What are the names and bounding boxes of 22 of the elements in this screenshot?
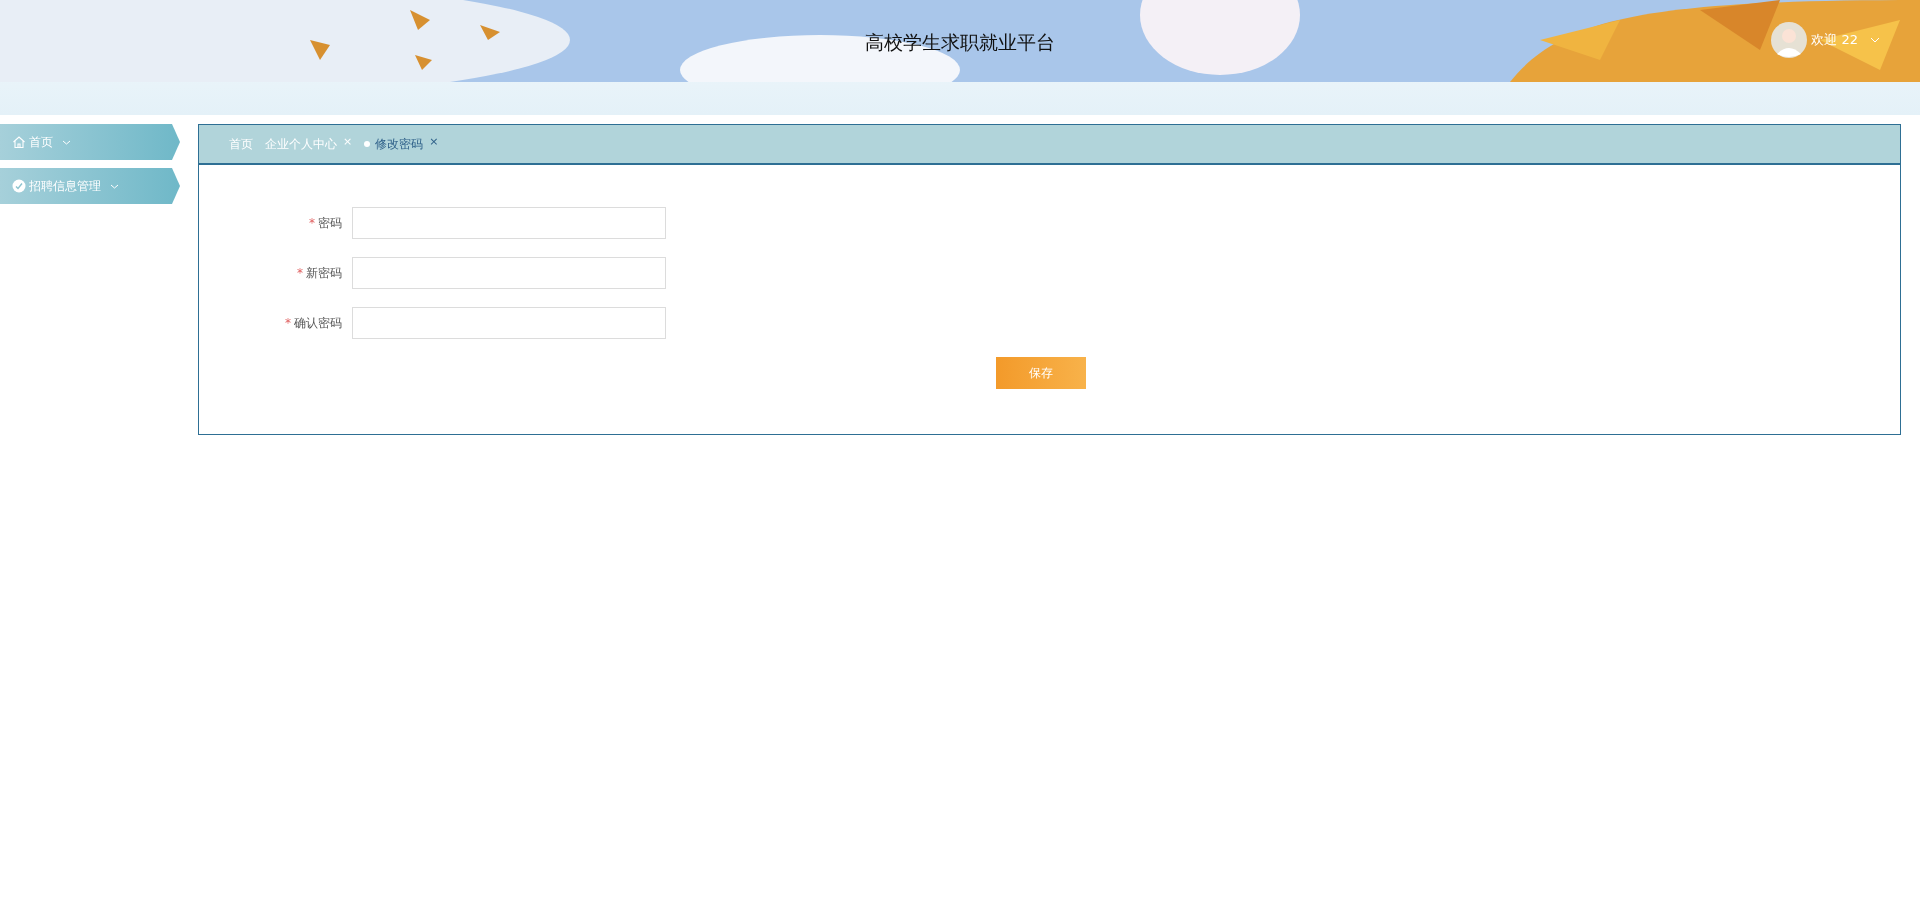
input-field[interactable] bbox=[352, 207, 666, 239]
tab[interactable]: 企业个人中心 bbox=[265, 135, 337, 153]
sidebar-item[interactable]: 招聘信息管理 bbox=[0, 168, 180, 204]
avatar-icon bbox=[1771, 22, 1808, 58]
save-button[interactable]: 保存 bbox=[996, 357, 1086, 389]
chevron-down-icon bbox=[62, 138, 71, 146]
sidebar-item[interactable]: 首页 bbox=[0, 124, 180, 160]
chevron-down-icon[interactable] bbox=[1870, 36, 1880, 44]
field-label: * 新密码 bbox=[296, 264, 342, 282]
welcome-user-text[interactable]: 欢迎 22 bbox=[1811, 31, 1858, 49]
site-title: 高校学生求职就业平台 bbox=[865, 30, 1055, 55]
check-circle-icon bbox=[12, 179, 26, 193]
input-field[interactable] bbox=[352, 257, 666, 289]
close-icon[interactable]: × bbox=[343, 134, 353, 148]
field-label: * 密码 bbox=[308, 214, 342, 232]
close-icon[interactable]: × bbox=[429, 134, 439, 148]
field-label: * 确认密码 bbox=[284, 314, 342, 332]
tab[interactable]: 首页 bbox=[229, 135, 253, 153]
tab[interactable]: 修改密码 bbox=[364, 135, 424, 153]
chevron-down-icon bbox=[110, 182, 119, 190]
home-icon bbox=[12, 135, 26, 149]
input-field[interactable] bbox=[352, 307, 666, 339]
